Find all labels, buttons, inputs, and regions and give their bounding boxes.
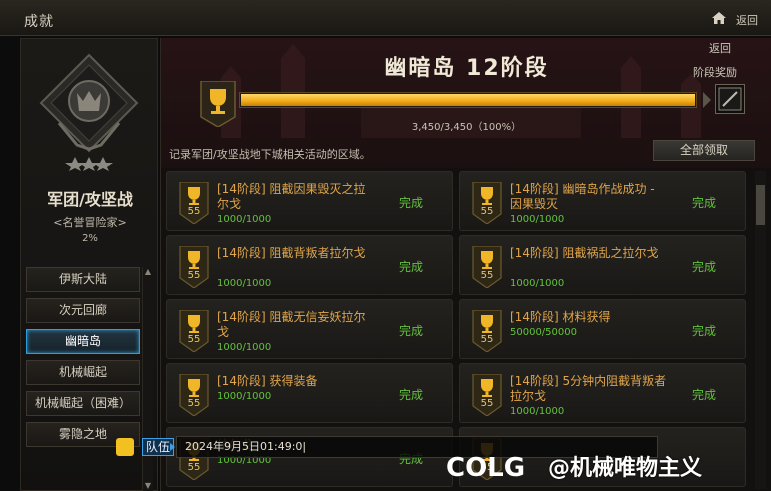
achievement-card[interactable]: 55 [14阶段] 阻截无信妄妖拉尔戈 1000/1000 完成: [166, 299, 453, 359]
achievement-status: 完成: [399, 260, 424, 274]
watermark-handle: @机械唯物主义: [548, 456, 703, 481]
stage-progress-bar: [239, 92, 697, 108]
achievement-progress: 1000/1000: [217, 278, 272, 289]
nav-item[interactable]: 次元回廊: [26, 298, 140, 323]
category-percent: 2%: [82, 233, 98, 244]
achievement-points: 55: [187, 462, 201, 473]
achievement-card[interactable]: 55 [14阶段] 阻截祸乱之拉尔戈 1000/1000 完成: [459, 235, 746, 295]
window-titlebar: 成就 返回: [0, 0, 771, 36]
stage-progress-fill: [241, 94, 695, 106]
achievement-title: [14阶段] 阻截因果毁灭之拉尔戈: [217, 182, 366, 211]
category-panel: 军团/攻坚战 <名誉冒险家> 2% 伊斯大陆 次元回廊 幽暗岛 机械崛起 机械崛…: [20, 38, 158, 491]
achievement-points: 55: [480, 270, 494, 281]
achievement-points: 55: [187, 270, 201, 281]
trophy-icon: [179, 310, 209, 352]
achievement-status: 完成: [692, 324, 717, 338]
achievement-progress: 50000/50000: [510, 327, 577, 338]
stage-progress-text: 3,450/3,450（100%）: [411, 122, 522, 133]
achievement-status: 完成: [399, 388, 424, 402]
achievement-status: 完成: [692, 196, 717, 210]
reward-item-icon: [718, 87, 742, 111]
achievement-progress: 1000/1000: [510, 406, 565, 417]
nav-item[interactable]: 机械崛起: [26, 360, 140, 385]
stage-description: 记录军团/攻坚战地下城相关活动的区域。: [169, 148, 371, 161]
grid-scrollbar[interactable]: [755, 171, 766, 489]
scroll-down-icon[interactable]: ▼: [143, 481, 153, 491]
trophy-icon: [472, 182, 502, 224]
achievement-status: 完成: [692, 388, 717, 402]
achievement-points: 55: [480, 206, 494, 217]
home-icon[interactable]: [712, 12, 726, 24]
achievement-title: [14阶段] 5分钟内阻截背叛者拉尔戈: [510, 374, 667, 403]
achievement-points: 55: [480, 334, 494, 345]
achievement-title: [14阶段] 阻截背叛者拉尔戈: [217, 246, 366, 260]
category-emblem-icon: [39, 53, 139, 171]
nav-item[interactable]: 机械崛起（困难）: [26, 391, 140, 416]
achievement-status: 完成: [692, 260, 717, 274]
achievement-card[interactable]: 55 [14阶段] 5分钟内阻截背叛者拉尔戈 1000/1000 完成: [459, 363, 746, 423]
achievement-title: [14阶段] 阻截无信妄妖拉尔戈: [217, 310, 366, 339]
window-title: 成就: [24, 14, 54, 30]
category-name: 军团/攻坚战: [47, 190, 133, 209]
trophy-icon: [472, 246, 502, 288]
scroll-up-icon[interactable]: ▲: [143, 267, 153, 277]
achievement-card[interactable]: 55 [14阶段] 获得装备 1000/1000 完成: [166, 363, 453, 423]
achievement-points: 55: [480, 398, 494, 409]
trophy-icon: [472, 310, 502, 352]
back-button[interactable]: 返回: [736, 12, 758, 28]
progress-arrow-icon: [703, 92, 711, 108]
trophy-icon: [179, 246, 209, 288]
achievement-card[interactable]: 55 [14阶段] 材料获得 50000/50000 完成: [459, 299, 746, 359]
achievement-status: 完成: [399, 324, 424, 338]
trophy-icon: [179, 182, 209, 224]
svg-text:COLG: COLG: [446, 453, 525, 482]
nav-item-active[interactable]: 幽暗岛: [26, 329, 140, 354]
achievement-progress: 1000/1000: [217, 391, 272, 402]
chat-emoji-icon[interactable]: [116, 438, 134, 456]
achievement-card[interactable]: 55 [14阶段] 阻截因果毁灭之拉尔戈 1000/1000 完成: [166, 171, 453, 231]
achievement-title: [14阶段] 材料获得: [510, 310, 611, 324]
achievement-title: [14阶段] 阻截祸乱之拉尔戈: [510, 246, 659, 260]
achievement-points: 55: [187, 398, 201, 409]
achievement-progress: 1000/1000: [510, 214, 565, 225]
stage-title: 幽暗岛 12阶段: [384, 56, 549, 81]
achievement-progress: 1000/1000: [510, 278, 565, 289]
trophy-icon: [179, 374, 209, 416]
colg-logo-icon: COLG: [446, 453, 525, 482]
achievement-progress: 1000/1000: [217, 214, 272, 225]
category-subtitle: <名誉冒险家>: [53, 216, 127, 229]
achievement-status: 完成: [399, 196, 424, 210]
achievement-panel: 返回 阶段奖励 幽暗岛 12阶段 3,450/3,450（100%） 记录军团/…: [160, 38, 771, 491]
achievement-card[interactable]: 55 [14阶段] 幽暗岛作战成功 - 因果毁灭 1000/1000 完成: [459, 171, 746, 231]
category-nav: 伊斯大陆 次元回廊 幽暗岛 机械崛起 机械崛起（困难） 雾隐之地: [26, 267, 140, 453]
achievement-card[interactable]: 55 [14阶段] 阻截背叛者拉尔戈 1000/1000 完成: [166, 235, 453, 295]
achievement-points: 55: [187, 206, 201, 217]
grid-scroll-thumb[interactable]: [756, 185, 765, 225]
achievement-title: [14阶段] 获得装备: [217, 374, 318, 388]
achievement-points: 55: [187, 334, 201, 345]
achievement-progress: 1000/1000: [217, 342, 272, 353]
trophy-icon: [472, 374, 502, 416]
achievement-title: [14阶段] 幽暗岛作战成功 - 因果毁灭: [510, 182, 655, 211]
channel-arrow-icon: [170, 443, 175, 451]
claim-all-button[interactable]: 全部领取: [653, 140, 755, 161]
stage-reward-slot[interactable]: [715, 84, 745, 114]
nav-item[interactable]: 伊斯大陆: [26, 267, 140, 292]
